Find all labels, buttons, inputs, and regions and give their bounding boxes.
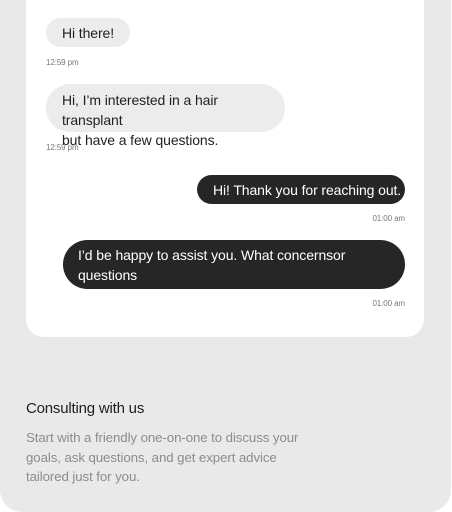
message-timestamp: 01:00 am <box>372 214 405 223</box>
message-text-line: Hi, I’m interested in a hair transplant <box>62 92 218 128</box>
message-text: Hi there! <box>62 25 115 41</box>
outgoing-message-bubble: I’d be happy to assist you. What concern… <box>63 240 405 303</box>
incoming-message-bubble: Hi there! <box>46 18 131 47</box>
message-text-line: do you have about the procedure? <box>78 287 289 303</box>
outgoing-message-bubble: Hi! Thank you for reaching out. <box>197 175 405 204</box>
message-text: Hi! Thank you for reaching out. <box>213 182 402 198</box>
incoming-message-bubble: Hi, I’m interested in a hair transplant … <box>46 84 285 148</box>
message-timestamp: 12:59 pm <box>46 143 79 152</box>
message-timestamp: 12:59 pm <box>46 58 79 67</box>
section-description: Start with a friendly one-on-one to disc… <box>26 428 336 487</box>
section-title: Consulting with us <box>26 400 145 417</box>
message-text-line: but have a few questions. <box>62 132 219 148</box>
description-line: tailored just for you. <box>26 469 140 484</box>
message-timestamp: 01:00 am <box>372 299 405 308</box>
message-text-line: I’d be happy to assist you. What concern… <box>78 247 346 283</box>
description-line: Start with a friendly one-on-one to disc… <box>26 430 299 445</box>
description-line: goals, ask questions, and get expert adv… <box>26 449 277 465</box>
